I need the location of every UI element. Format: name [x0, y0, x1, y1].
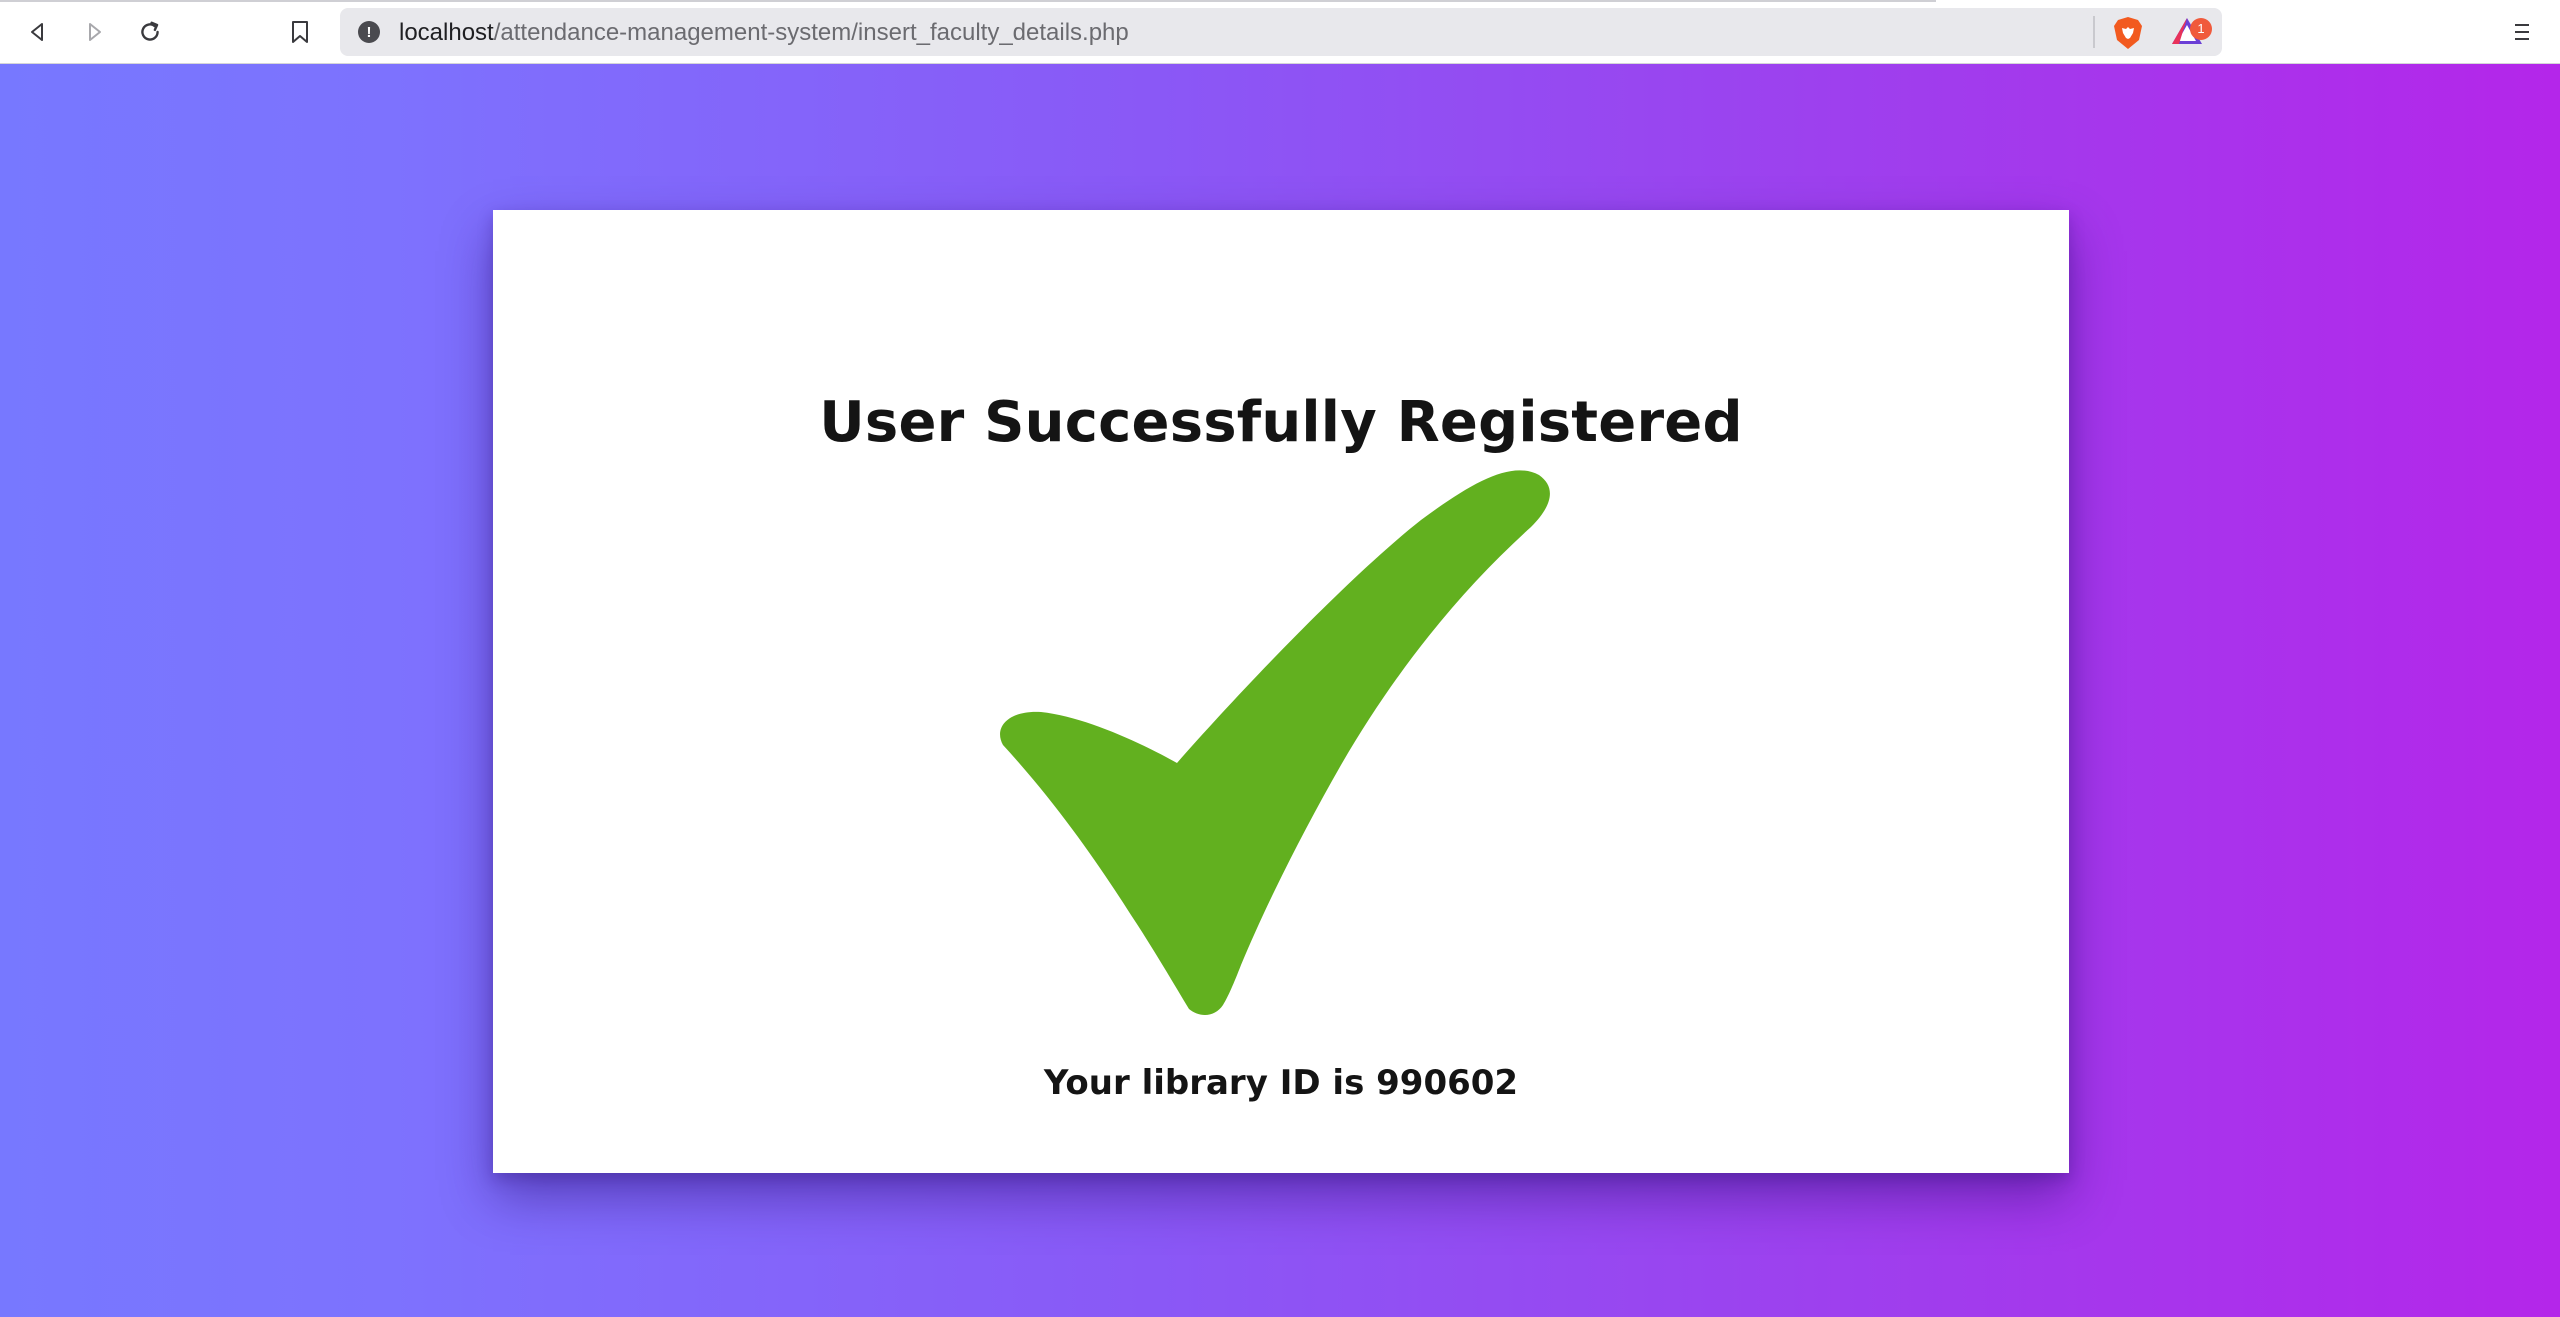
url-text[interactable]: localhost/attendance-management-system/i…	[399, 19, 1129, 47]
address-bar[interactable]: ! localhost/attendance-management-system…	[340, 8, 2222, 56]
checkmark-icon	[1000, 470, 1550, 1015]
reload-button[interactable]	[130, 12, 170, 52]
browser-toolbar: ! localhost/attendance-management-system…	[0, 0, 2560, 64]
url-divider	[2093, 16, 2095, 48]
url-host: localhost	[399, 19, 494, 46]
brave-rewards-button[interactable]: 1	[2170, 16, 2212, 50]
bookmark-icon	[292, 21, 308, 43]
info-icon[interactable]: !	[358, 21, 380, 43]
url-path: /attendance-management-system/insert_fac…	[493, 19, 1129, 46]
reload-icon	[141, 21, 159, 41]
library-id-text: Your library ID is 990602	[1043, 1063, 1519, 1103]
back-button[interactable]	[18, 12, 58, 52]
hamburger-menu-icon	[2515, 24, 2529, 40]
success-card: User Successfully Registered Your librar…	[493, 210, 2069, 1173]
menu-button[interactable]	[2502, 12, 2542, 52]
tab-strip-edge	[0, 0, 1936, 2]
rewards-count-badge: 1	[2190, 18, 2212, 40]
back-arrow-icon	[31, 23, 43, 41]
page-title: User Successfully Registered	[819, 390, 1743, 455]
bookmark-button[interactable]	[280, 12, 320, 52]
brave-shield-icon[interactable]	[2112, 16, 2144, 50]
page-background: User Successfully Registered Your librar…	[0, 64, 2560, 1317]
forward-button[interactable]	[74, 12, 114, 52]
forward-arrow-icon	[89, 23, 101, 41]
